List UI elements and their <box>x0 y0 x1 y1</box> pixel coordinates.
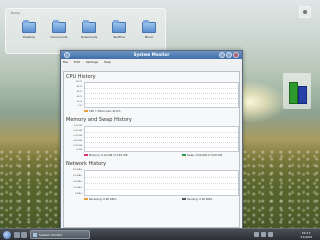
folder-icon <box>142 20 156 33</box>
cpu-legend-swatch <box>84 110 88 112</box>
cpu-y-tick: 40 % <box>76 96 82 98</box>
cpu-y-tick: 100 % <box>75 81 82 83</box>
menu-file[interactable]: File <box>63 60 68 64</box>
memory-history-title: Memory and Swap History <box>66 117 132 123</box>
cpu-y-tick: 0 % <box>78 105 82 107</box>
folder-icon <box>82 20 96 33</box>
folder-label: TestFive <box>113 35 125 39</box>
folder-label: Documents <box>50 35 68 39</box>
folder-view-title: Home <box>11 11 20 15</box>
sending-legend-text: Sending: 0.00 KiB/s <box>187 198 213 201</box>
network-tray-icon[interactable] <box>261 232 266 237</box>
plasmoid-bar-blue <box>298 86 307 104</box>
menubar: File Edit Settings Help <box>63 60 116 65</box>
system-monitor-plasmoid[interactable] <box>283 73 311 109</box>
taskbar: System Monitor 20:17 21/4/09 <box>0 228 320 240</box>
network-y-tick: 8.0 KiB/s <box>73 169 82 171</box>
cpu-history-title: CPU History <box>66 74 96 80</box>
network-history-title: Network History <box>66 161 107 167</box>
folder-label: Music <box>144 35 154 39</box>
network-y-tick: 2.0 KiB/s <box>73 187 82 189</box>
folder-documents[interactable]: Documents <box>44 20 74 39</box>
cpu-legend-text: CPU 1 Total Load: 42.0% <box>89 110 121 113</box>
memory-y-tick: 0.25 GiB <box>73 145 82 147</box>
clipboard-tray-icon[interactable] <box>254 232 259 237</box>
task-label: System Monitor <box>39 233 63 237</box>
folder-label: Desktop <box>22 35 36 39</box>
folder-music[interactable]: Music <box>134 20 164 39</box>
receiving-legend-swatch <box>84 198 88 200</box>
folder-downloads[interactable]: Downloads <box>74 20 104 39</box>
system-monitor-window[interactable]: System Monitor File Edit Settings Help P… <box>60 50 243 236</box>
sending-legend-swatch <box>182 198 186 200</box>
toolbox-icon <box>303 10 307 14</box>
desktop-toolbox-button[interactable] <box>299 6 311 18</box>
folder-icon <box>52 20 66 33</box>
cpu-graph <box>84 82 239 108</box>
taskbar-task-system-monitor[interactable]: System Monitor <box>30 230 90 239</box>
cpu-y-tick: 60 % <box>76 91 82 93</box>
memory-y-tick: 1.25 GiB <box>73 125 82 127</box>
memory-legend-text: Memory: 0.14 GiB of 1.40 GiB <box>89 154 128 157</box>
menu-edit[interactable]: Edit <box>74 60 80 64</box>
network-graph <box>84 170 239 196</box>
folder-testfive[interactable]: TestFive <box>104 20 134 39</box>
window-titlebar[interactable]: System Monitor <box>61 51 242 59</box>
network-y-tick: 6.0 KiB/s <box>73 175 82 177</box>
system-load-panel: CPU History 100 % 80 % 60 % 40 % 20 % 0 … <box>63 71 240 228</box>
swap-legend-swatch <box>182 154 186 156</box>
memory-graph <box>84 126 239 152</box>
kde-menu-icon[interactable] <box>3 231 11 239</box>
folder-view-widget[interactable]: Home Desktop Documents Downloads TestFiv… <box>5 8 166 54</box>
memory-legend: Memory: 0.14 GiB of 1.40 GiB <box>84 154 127 157</box>
minimize-icon[interactable] <box>219 52 225 58</box>
sending-legend: Sending: 0.00 KiB/s <box>182 198 212 201</box>
memory-y-tick: 1.00 GiB <box>73 130 82 132</box>
swap-legend-text: Swap: 0.00 GiB of 0.00 GiB <box>187 154 223 157</box>
volume-tray-icon[interactable] <box>268 232 273 237</box>
folder-icon <box>112 20 126 33</box>
memory-y-tick: 0 GiB <box>76 149 82 151</box>
menu-help[interactable]: Help <box>104 60 111 64</box>
folder-label: Downloads <box>80 35 98 39</box>
receiving-legend: Receiving: 0.00 KiB/s <box>84 198 116 201</box>
swap-legend: Swap: 0.00 GiB of 0.00 GiB <box>182 154 222 157</box>
network-y-tick: 0 KiB/s <box>75 193 82 195</box>
window-title: System Monitor <box>133 52 170 57</box>
plasmoid-bar-green <box>289 82 298 104</box>
menu-settings[interactable]: Settings <box>86 60 98 64</box>
folder-icon <box>22 20 36 33</box>
folder-desktop[interactable]: Desktop <box>14 20 44 39</box>
maximize-icon[interactable] <box>226 52 232 58</box>
close-icon[interactable] <box>233 52 239 58</box>
show-desktop-icon[interactable] <box>14 232 20 238</box>
cpu-legend: CPU 1 Total Load: 42.0% <box>84 110 121 113</box>
clock[interactable]: 20:17 21/4/09 <box>300 231 312 239</box>
memory-y-tick: 0.50 GiB <box>73 140 82 142</box>
clock-date: 21/4/09 <box>300 235 312 239</box>
pager-icon[interactable] <box>21 232 27 238</box>
cpu-y-tick: 20 % <box>76 101 82 103</box>
memory-y-tick: 0.75 GiB <box>73 135 82 137</box>
system-monitor-icon <box>33 233 37 237</box>
memory-legend-swatch <box>84 154 88 156</box>
network-y-tick: 4.0 KiB/s <box>73 181 82 183</box>
receiving-legend-text: Receiving: 0.00 KiB/s <box>89 198 117 201</box>
cpu-y-tick: 80 % <box>76 86 82 88</box>
